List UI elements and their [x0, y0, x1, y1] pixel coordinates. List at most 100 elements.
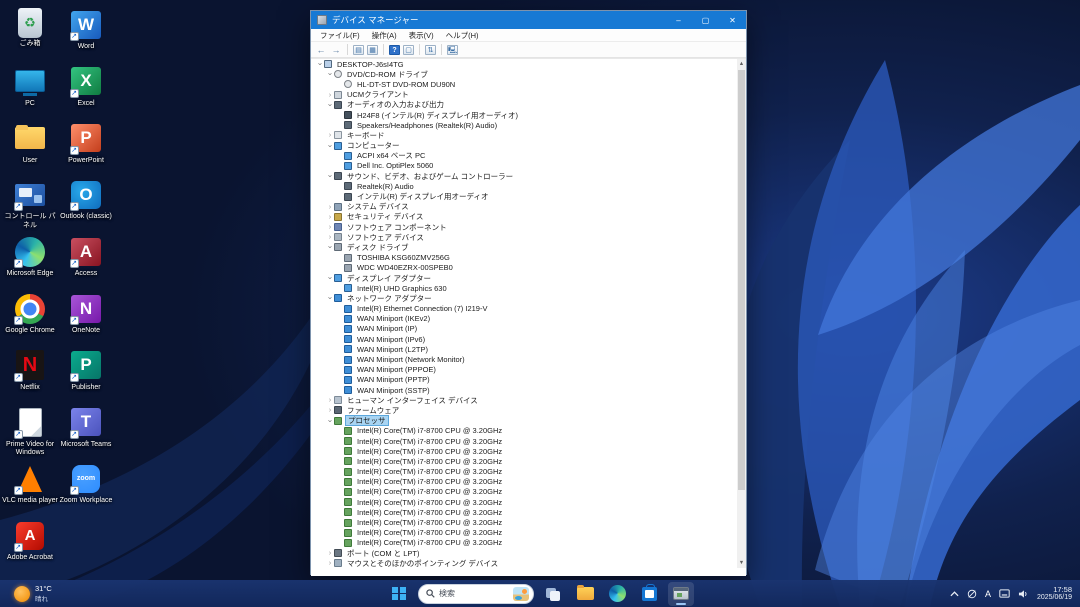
desktop-icon-word[interactable]: W↗Word: [58, 8, 114, 52]
tree-item-label[interactable]: Dell Inc. OptiPlex 5060: [355, 161, 435, 170]
tree-item-label[interactable]: DESKTOP-J6sI4TG: [335, 60, 406, 69]
expand-chevron-icon[interactable]: ›: [326, 274, 334, 282]
task-view-button[interactable]: [540, 582, 566, 606]
tree-item-label[interactable]: Intel(R) Core(TM) i7-8700 CPU @ 3.20GHz: [355, 498, 504, 507]
tree-item[interactable]: › キーボード: [311, 130, 737, 140]
tree-item-label[interactable]: ネットワーク アダプター: [345, 294, 434, 303]
scroll-up-icon[interactable]: ▲: [737, 59, 746, 69]
network-icon[interactable]: [967, 589, 977, 599]
desktop-icon-folder[interactable]: User: [2, 122, 58, 166]
tree-item[interactable]: ›ポート (COM と LPT): [311, 548, 737, 558]
tree-item[interactable]: ›Intel(R) Ethernet Connection (7) I219-V: [311, 304, 737, 314]
tree-item[interactable]: ›Intel(R) Core(TM) i7-8700 CPU @ 3.20GHz: [311, 517, 737, 527]
tree-item-label[interactable]: セキュリティ デバイス: [345, 212, 425, 221]
tree-item-label[interactable]: オーディオの入力および出力: [345, 100, 446, 109]
tree-item[interactable]: ›Speakers/Headphones (Realtek(R) Audio): [311, 120, 737, 130]
expand-chevron-icon[interactable]: ›: [326, 101, 334, 109]
tree-item[interactable]: ›Intel(R) Core(TM) i7-8700 CPU @ 3.20GHz: [311, 477, 737, 487]
tree-item-label[interactable]: HL-DT-ST DVD-ROM DU90N: [355, 80, 457, 89]
desktop-icon-access[interactable]: A↗Access: [58, 235, 114, 279]
tree-item-label[interactable]: マウスとそのほかのポインティング デバイス: [345, 559, 500, 568]
tree-item[interactable]: ›WAN Miniport (SSTP): [311, 385, 737, 395]
expand-chevron-icon[interactable]: ›: [326, 233, 334, 241]
tree-item-label[interactable]: DVD/CD-ROM ドライブ: [345, 70, 430, 79]
tree-item[interactable]: ›Intel(R) Core(TM) i7-8700 CPU @ 3.20GHz: [311, 487, 737, 497]
expand-chevron-icon[interactable]: ›: [326, 559, 334, 567]
tree-item-label[interactable]: キーボード: [345, 131, 387, 140]
tree-item[interactable]: ›DVD/CD-ROM ドライブ: [311, 69, 737, 79]
console-tree-icon[interactable]: ▤: [353, 45, 364, 55]
file-explorer-button[interactable]: [572, 582, 598, 606]
close-button[interactable]: ✕: [719, 11, 746, 29]
desktop-icon-recycle[interactable]: ♻ごみ箱: [2, 8, 58, 49]
tree-item-label[interactable]: WAN Miniport (PPPOE): [355, 365, 438, 374]
desktop-icon-vlc[interactable]: ↗VLC media player: [2, 462, 58, 506]
tree-item-label[interactable]: TOSHIBA KSG60ZMV256G: [355, 253, 452, 262]
minimize-button[interactable]: –: [665, 11, 692, 29]
back-icon[interactable]: ←: [315, 44, 327, 55]
tree-item[interactable]: ›ソフトウェア コンポーネント: [311, 222, 737, 232]
tree-item[interactable]: ›WAN Miniport (IP): [311, 324, 737, 334]
tree-item[interactable]: ›Intel(R) Core(TM) i7-8700 CPU @ 3.20GHz: [311, 538, 737, 548]
tree-item-label[interactable]: サウンド、ビデオ、およびゲーム コントローラー: [345, 172, 515, 181]
properties-icon[interactable]: ▦: [367, 45, 378, 55]
tree-item[interactable]: ›Dell Inc. OptiPlex 5060: [311, 161, 737, 171]
tree-item[interactable]: ›TOSHIBA KSG60ZMV256G: [311, 253, 737, 263]
tree-item-label[interactable]: WAN Miniport (SSTP): [355, 386, 432, 395]
tree-item-label[interactable]: ソフトウェア コンポーネント: [345, 223, 449, 232]
computer-monitor-icon[interactable]: 🖳: [447, 45, 458, 55]
expand-chevron-icon[interactable]: ›: [326, 549, 334, 557]
tree-item-label[interactable]: Intel(R) Core(TM) i7-8700 CPU @ 3.20GHz: [355, 477, 504, 486]
tree-item[interactable]: ›Intel(R) Core(TM) i7-8700 CPU @ 3.20GHz: [311, 436, 737, 446]
tree-item[interactable]: ›Intel(R) Core(TM) i7-8700 CPU @ 3.20GHz: [311, 507, 737, 517]
expand-chevron-icon[interactable]: ›: [326, 131, 334, 139]
edge-button[interactable]: [604, 582, 630, 606]
tree-item[interactable]: ›ファームウェア: [311, 405, 737, 415]
help-icon[interactable]: ?: [389, 45, 400, 55]
tree-item[interactable]: ›HL-DT-ST DVD-ROM DU90N: [311, 79, 737, 89]
tree-item[interactable]: ›WAN Miniport (IPv6): [311, 334, 737, 344]
expand-chevron-icon[interactable]: ›: [326, 213, 334, 221]
start-button[interactable]: [386, 582, 412, 606]
scan-hardware-icon[interactable]: ⇅: [425, 45, 436, 55]
maximize-button[interactable]: ▢: [692, 11, 719, 29]
tree-item-label[interactable]: H24F8 (インテル(R) ディスプレイ用オーディオ): [355, 111, 520, 120]
scroll-down-icon[interactable]: ▼: [737, 558, 746, 568]
desktop-icon-cpanel[interactable]: ↗コントロール パネル: [2, 178, 58, 230]
tree-item-label[interactable]: Intel(R) Core(TM) i7-8700 CPU @ 3.20GHz: [355, 437, 504, 446]
tree-item-label[interactable]: ヒューマン インターフェイス デバイス: [345, 396, 480, 405]
expand-chevron-icon[interactable]: ›: [316, 60, 324, 68]
tree-item[interactable]: ›ネットワーク アダプター: [311, 293, 737, 303]
tree-item[interactable]: ›WAN Miniport (Network Monitor): [311, 354, 737, 364]
tree-item-label[interactable]: WAN Miniport (Network Monitor): [355, 355, 467, 364]
forward-icon[interactable]: →: [330, 44, 342, 55]
tree-item[interactable]: › ソフトウェア デバイス: [311, 232, 737, 242]
tree-item-label[interactable]: インテル(R) ディスプレイ用オーディオ: [355, 192, 490, 201]
desktop-icon-onenote[interactable]: N↗OneNote: [58, 292, 114, 336]
tree-item[interactable]: ›WAN Miniport (PPTP): [311, 375, 737, 385]
tree-item[interactable]: ›WAN Miniport (L2TP): [311, 344, 737, 354]
vertical-scrollbar[interactable]: ▲ ▼: [737, 59, 746, 568]
tree-item-label[interactable]: Intel(R) Ethernet Connection (7) I219-V: [355, 304, 489, 313]
tree-item-label[interactable]: ソフトウェア デバイス: [345, 233, 426, 242]
expand-chevron-icon[interactable]: ›: [326, 406, 334, 414]
desktop-icon-outlook[interactable]: O↗Outlook (classic): [58, 178, 114, 222]
tree-item[interactable]: ›UCMクライアント: [311, 90, 737, 100]
tree-item-label[interactable]: Intel(R) Core(TM) i7-8700 CPU @ 3.20GHz: [355, 467, 504, 476]
tree-item[interactable]: ›WDC WD40EZRX-00SPEB0: [311, 263, 737, 273]
desktop-icon-prime[interactable]: ↗Prime Video for Windows: [2, 406, 58, 458]
tree-item-label[interactable]: ACPI x64 ベース PC: [355, 151, 427, 160]
weather-widget[interactable]: 31°C 晴れ: [14, 580, 52, 607]
tree-item-label[interactable]: Intel(R) Core(TM) i7-8700 CPU @ 3.20GHz: [355, 538, 504, 547]
tree-item-label[interactable]: システム デバイス: [345, 202, 411, 211]
desktop-icon-ppt[interactable]: P↗PowerPoint: [58, 122, 114, 166]
tree-item[interactable]: ›サウンド、ビデオ、およびゲーム コントローラー: [311, 171, 737, 181]
tree-item[interactable]: ›Intel(R) Core(TM) i7-8700 CPU @ 3.20GHz: [311, 456, 737, 466]
tree-item[interactable]: ›Intel(R) Core(TM) i7-8700 CPU @ 3.20GHz: [311, 467, 737, 477]
scrollbar-thumb[interactable]: [738, 70, 745, 490]
menu-item[interactable]: ヘルプ(H): [440, 30, 485, 41]
tree-item-label[interactable]: WAN Miniport (IKEv2): [355, 314, 432, 323]
window-titlebar[interactable]: デバイス マネージャー – ▢ ✕: [311, 11, 746, 29]
expand-chevron-icon[interactable]: ›: [326, 243, 334, 251]
tree-item-label[interactable]: Speakers/Headphones (Realtek(R) Audio): [355, 121, 499, 130]
